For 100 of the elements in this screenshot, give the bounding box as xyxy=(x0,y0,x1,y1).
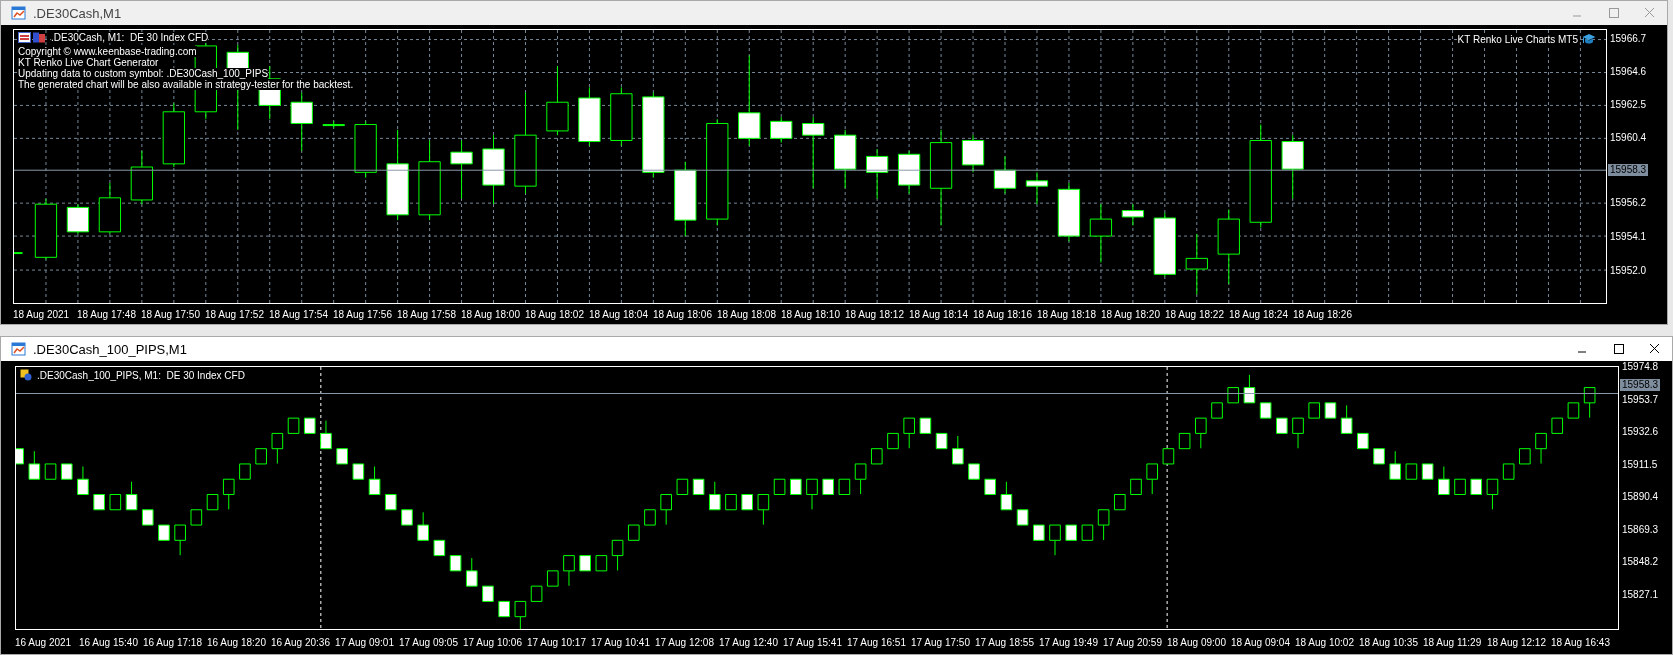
renko-brick xyxy=(725,494,737,511)
renko-brick xyxy=(627,524,640,541)
candlestick xyxy=(610,86,633,147)
candlestick xyxy=(1185,233,1208,295)
renko-brick xyxy=(1421,463,1434,480)
time-axis-label: 18 Aug 17:52 xyxy=(205,308,265,320)
renko-brick xyxy=(660,494,672,526)
renko-brick xyxy=(887,432,899,450)
renko-brick xyxy=(676,478,689,495)
time-axis-label: 18 Aug 18:08 xyxy=(717,308,777,320)
renko-brick xyxy=(1357,432,1369,450)
time-axis-label: 18 Aug 18:02 xyxy=(525,308,585,320)
price-axis-label: 15848.2 xyxy=(1622,556,1659,569)
renko-brick xyxy=(773,478,786,495)
renko-brick xyxy=(336,448,348,465)
renko-brick xyxy=(287,417,300,434)
renko-brick xyxy=(822,478,834,495)
renko-brick xyxy=(93,494,105,511)
renko-brick xyxy=(125,481,138,511)
candlestick xyxy=(1025,171,1049,205)
renko-brick xyxy=(320,420,332,450)
renko-brick xyxy=(1146,463,1159,495)
time-axis-label: 16 Aug 17:18 xyxy=(143,636,203,648)
renko-brick xyxy=(352,463,365,480)
renko-brick xyxy=(951,435,964,465)
renko-brick xyxy=(109,494,122,511)
chart-symbol-icon xyxy=(20,369,32,381)
renko-brick xyxy=(1583,387,1596,419)
time-axis-label: 17 Aug 18:55 xyxy=(975,636,1035,648)
time-axis-label: 18 Aug 18:16 xyxy=(973,308,1033,320)
price-axis-label: 15956.2 xyxy=(1610,197,1647,210)
time-axis-label: 18 Aug 18:18 xyxy=(1037,308,1097,320)
renko-brick xyxy=(1178,432,1191,450)
renko-brick xyxy=(692,478,705,495)
time-axis-label: 17 Aug 10:06 xyxy=(463,636,523,648)
renko-brick xyxy=(158,524,170,541)
renko-brick xyxy=(579,555,591,572)
renko-brick xyxy=(1130,478,1142,495)
candlestick xyxy=(130,150,154,205)
renko-brick xyxy=(1454,478,1466,495)
price-axis-label: 15952.0 xyxy=(1610,264,1647,277)
renko-brick xyxy=(1405,463,1418,480)
price-axis-label: 15974.8 xyxy=(1622,361,1659,374)
time-axis-label: 16 Aug 20:36 xyxy=(271,636,331,648)
brand-label: KT Renko Live Charts MT5 xyxy=(1457,33,1578,45)
renko-brick xyxy=(1389,450,1402,480)
time-axis-label: 17 Aug 12:40 xyxy=(719,636,779,648)
renko-brick xyxy=(1211,402,1223,419)
renko-brick xyxy=(611,539,624,571)
candlestick xyxy=(1153,212,1176,277)
renko-brick xyxy=(546,570,559,587)
time-axis-label: 17 Aug 09:05 xyxy=(399,636,459,648)
time-axis-label: 18 Aug 12:12 xyxy=(1487,636,1547,648)
time-axis-label: 18 Aug 18:04 xyxy=(589,308,649,320)
chart-toolbar-icon xyxy=(18,32,46,43)
renko-brick xyxy=(1373,448,1385,465)
renko-brick xyxy=(1340,404,1353,434)
renko-brick xyxy=(1243,374,1256,404)
time-axis-label: 17 Aug 16:51 xyxy=(847,636,907,648)
time-axis-label: 18 Aug 18:22 xyxy=(1165,308,1225,320)
candlestick xyxy=(993,155,1017,195)
renko-brick xyxy=(44,463,57,480)
chart-window-icon xyxy=(11,5,27,21)
candlestick xyxy=(897,150,921,195)
candlestick xyxy=(961,134,985,173)
chart-window-icon xyxy=(11,341,27,357)
minimize-icon xyxy=(1572,15,1581,17)
renko-brick xyxy=(1292,417,1304,449)
time-axis-label: 17 Aug 15:41 xyxy=(783,636,843,648)
renko-brick xyxy=(1065,524,1078,541)
window-title: .DE30Cash_100_PIPS,M1 xyxy=(33,341,187,357)
price-axis-label: 15869.3 xyxy=(1622,523,1659,536)
renko-brick xyxy=(28,450,41,480)
renko-brick xyxy=(498,600,510,618)
chart-symbol-label: .DE30Cash_100_PIPS, M1: DE 30 Index CFD xyxy=(37,369,245,381)
renko-brick xyxy=(530,585,543,602)
renko-brick xyxy=(1162,448,1175,465)
graduation-cap-icon xyxy=(1582,33,1596,45)
time-axis-label: 18 Aug 17:54 xyxy=(269,308,329,320)
price-axis-label: 15962.5 xyxy=(1610,98,1647,111)
renko-brick xyxy=(384,494,397,511)
candlestick xyxy=(34,198,58,260)
renko-brick xyxy=(303,417,316,434)
time-axis-label: 17 Aug 20:59 xyxy=(1103,636,1163,648)
renko-brick xyxy=(1308,402,1321,419)
renko-brick xyxy=(1195,417,1207,449)
close-icon xyxy=(1644,7,1654,18)
renko-brick xyxy=(1567,402,1580,419)
renko-brick xyxy=(1535,432,1547,465)
time-axis-label: 18 Aug 17:48 xyxy=(77,308,137,320)
renko-brick xyxy=(1000,481,1013,511)
renko-brick xyxy=(968,463,980,480)
renko-brick xyxy=(741,494,753,511)
candlestick xyxy=(834,129,857,189)
renko-brick xyxy=(433,539,446,557)
renko-brick xyxy=(789,478,802,495)
renko-brick xyxy=(1259,402,1272,419)
candlestick xyxy=(770,116,793,144)
candlestick xyxy=(866,148,889,200)
renko-brick xyxy=(935,432,948,450)
